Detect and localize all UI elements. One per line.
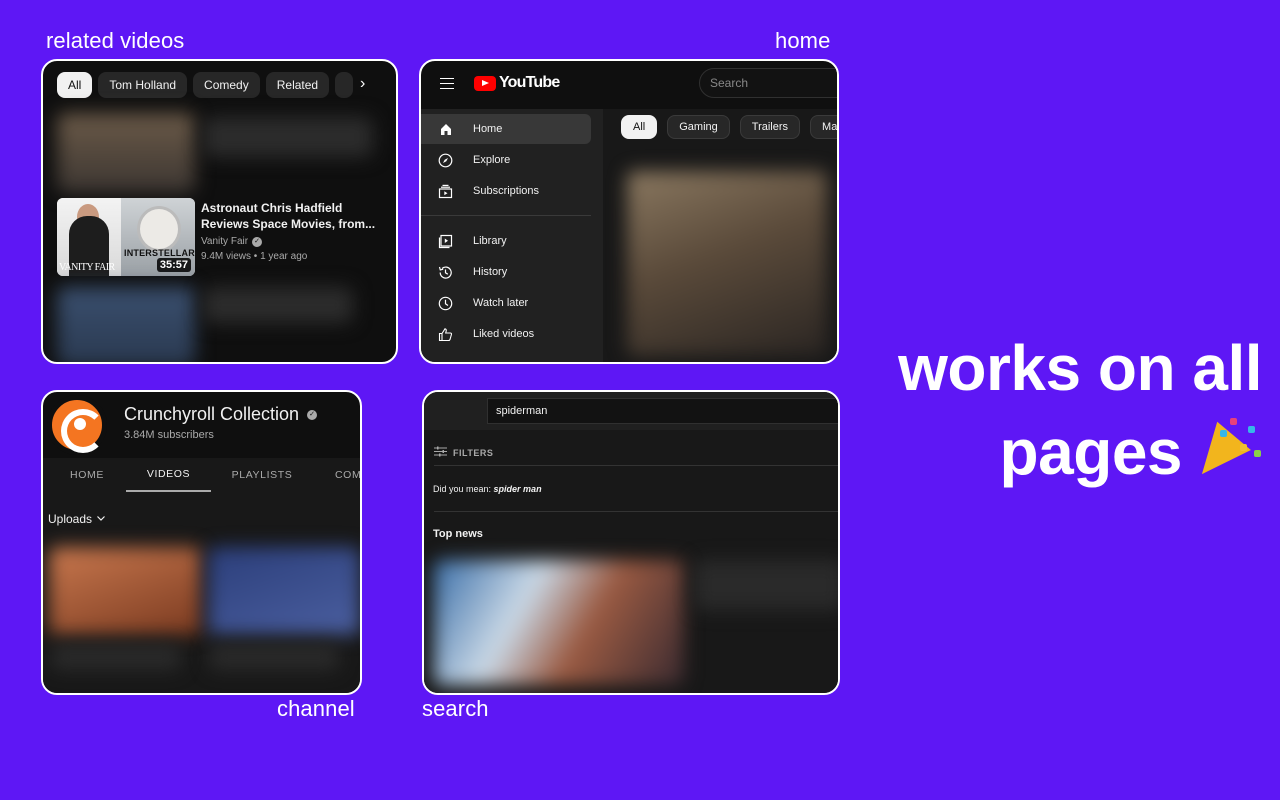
chip-related[interactable]: Related [265, 72, 330, 98]
blurred-video-top-text [203, 117, 373, 157]
tab-videos[interactable]: VIDEOS [126, 458, 211, 492]
caption-related-videos: related videos [46, 28, 185, 53]
sidebar-item-liked-videos[interactable]: Liked videos [421, 319, 591, 349]
chevron-down-icon [96, 512, 106, 526]
channel-panel: Crunchyroll Collection ✓ 3.84M subscribe… [41, 390, 362, 695]
thumb-interstellar-text: INTERSTELLAR [124, 248, 195, 258]
chip-comedy[interactable]: Comedy [193, 72, 260, 98]
headline: works on all pages [898, 326, 1262, 494]
blurred-video-channel-1[interactable] [49, 547, 201, 635]
uploads-dropdown[interactable]: Uploads [48, 512, 106, 526]
blurred-text-channel-1 [51, 644, 181, 670]
subscriptions-icon [438, 184, 453, 199]
compass-icon [438, 153, 453, 168]
headline-line-2: pages [898, 410, 1262, 494]
chip-trailers[interactable]: Trailers [739, 115, 801, 139]
tab-community[interactable]: COMMUNITY [335, 458, 360, 492]
blurred-video-home[interactable] [627, 171, 827, 356]
blurred-text-channel-2 [209, 644, 339, 670]
search-input[interactable]: spiderman [487, 398, 838, 424]
sidebar-item-explore[interactable]: Explore [421, 145, 591, 175]
blurred-news-text [694, 560, 838, 610]
party-popper-icon [1185, 416, 1262, 489]
verified-icon: ✓ [307, 409, 318, 420]
history-icon [438, 265, 453, 280]
verified-icon: ✓ [252, 236, 263, 247]
channel-name: Crunchyroll Collection ✓ [124, 404, 318, 425]
sidebar: Home Explore Subscriptions Library Histo… [421, 109, 603, 362]
caption-home: home [775, 28, 831, 53]
chip-tom-holland[interactable]: Tom Holland [98, 72, 188, 98]
sidebar-item-watch-later[interactable]: Watch later [421, 288, 591, 318]
blurred-video-bottom-text [203, 287, 353, 323]
search-input[interactable]: Search [699, 68, 837, 98]
sliders-icon [434, 446, 447, 459]
home-icon [438, 122, 453, 137]
related-videos-panel: All Tom Holland Comedy Related › VANITY … [41, 59, 398, 364]
caption-search: search [422, 696, 489, 721]
blurred-video-top[interactable] [57, 113, 195, 193]
menu-icon[interactable] [440, 78, 454, 89]
chip-all[interactable]: All [57, 72, 93, 98]
chip-gaming[interactable]: Gaming [667, 115, 730, 139]
library-icon [438, 234, 453, 249]
sidebar-divider [421, 215, 591, 216]
caption-channel: channel [277, 696, 355, 721]
video-thumbnail[interactable]: VANITY FAIR INTERSTELLAR 35:57 [57, 198, 195, 276]
video-title[interactable]: Astronaut Chris Hadfield Reviews Space M… [201, 200, 381, 232]
thumb-vanity-fair-text: VANITY FAIR [59, 262, 115, 273]
chip-all[interactable]: All [621, 115, 658, 139]
top-news-heading: Top news [433, 528, 483, 540]
avatar[interactable] [47, 395, 107, 455]
duration-badge: 35:57 [156, 258, 191, 272]
tab-playlists[interactable]: PLAYLISTS [223, 458, 301, 492]
tab-home[interactable]: HOME [57, 458, 117, 492]
youtube-play-icon [474, 75, 496, 91]
youtube-logo[interactable]: YouTube [474, 74, 560, 92]
search-panel: spiderman FILTERS Did you mean: spider m… [422, 390, 840, 695]
sidebar-item-history[interactable]: History [421, 257, 591, 287]
home-chip-bar: All Gaming Trailers Marvel [621, 115, 837, 139]
divider [434, 465, 838, 466]
divider [434, 511, 838, 512]
blurred-video-bottom[interactable] [57, 287, 195, 362]
clock-icon [438, 296, 453, 311]
sidebar-item-library[interactable]: Library [421, 226, 591, 256]
thumbs-up-icon [438, 327, 453, 342]
headline-line-1: works on all [898, 332, 1262, 404]
video-channel[interactable]: Vanity Fair ✓ [201, 236, 263, 247]
related-chip-bar: All Tom Holland Comedy Related [57, 72, 354, 98]
home-panel: YouTube Search Home Explore Subscription… [419, 59, 839, 364]
blurred-video-channel-2[interactable] [208, 547, 360, 635]
chip-marvel[interactable]: Marvel [810, 115, 837, 139]
channel-tabs: HOME VIDEOS PLAYLISTS COMMUNITY [43, 458, 360, 492]
blurred-news-video[interactable] [434, 560, 684, 685]
subscriber-count: 3.84M subscribers [124, 429, 214, 441]
sidebar-item-subscriptions[interactable]: Subscriptions [421, 176, 591, 206]
did-you-mean-link[interactable]: spider man [494, 484, 542, 494]
video-meta: 9.4M views • 1 year ago [201, 251, 308, 262]
did-you-mean: Did you mean: spider man [433, 484, 542, 494]
filters-button[interactable]: FILTERS [434, 446, 493, 459]
sidebar-item-home[interactable]: Home [421, 114, 591, 144]
chevron-right-icon[interactable]: › [360, 76, 374, 92]
chip-partial[interactable] [335, 72, 354, 98]
